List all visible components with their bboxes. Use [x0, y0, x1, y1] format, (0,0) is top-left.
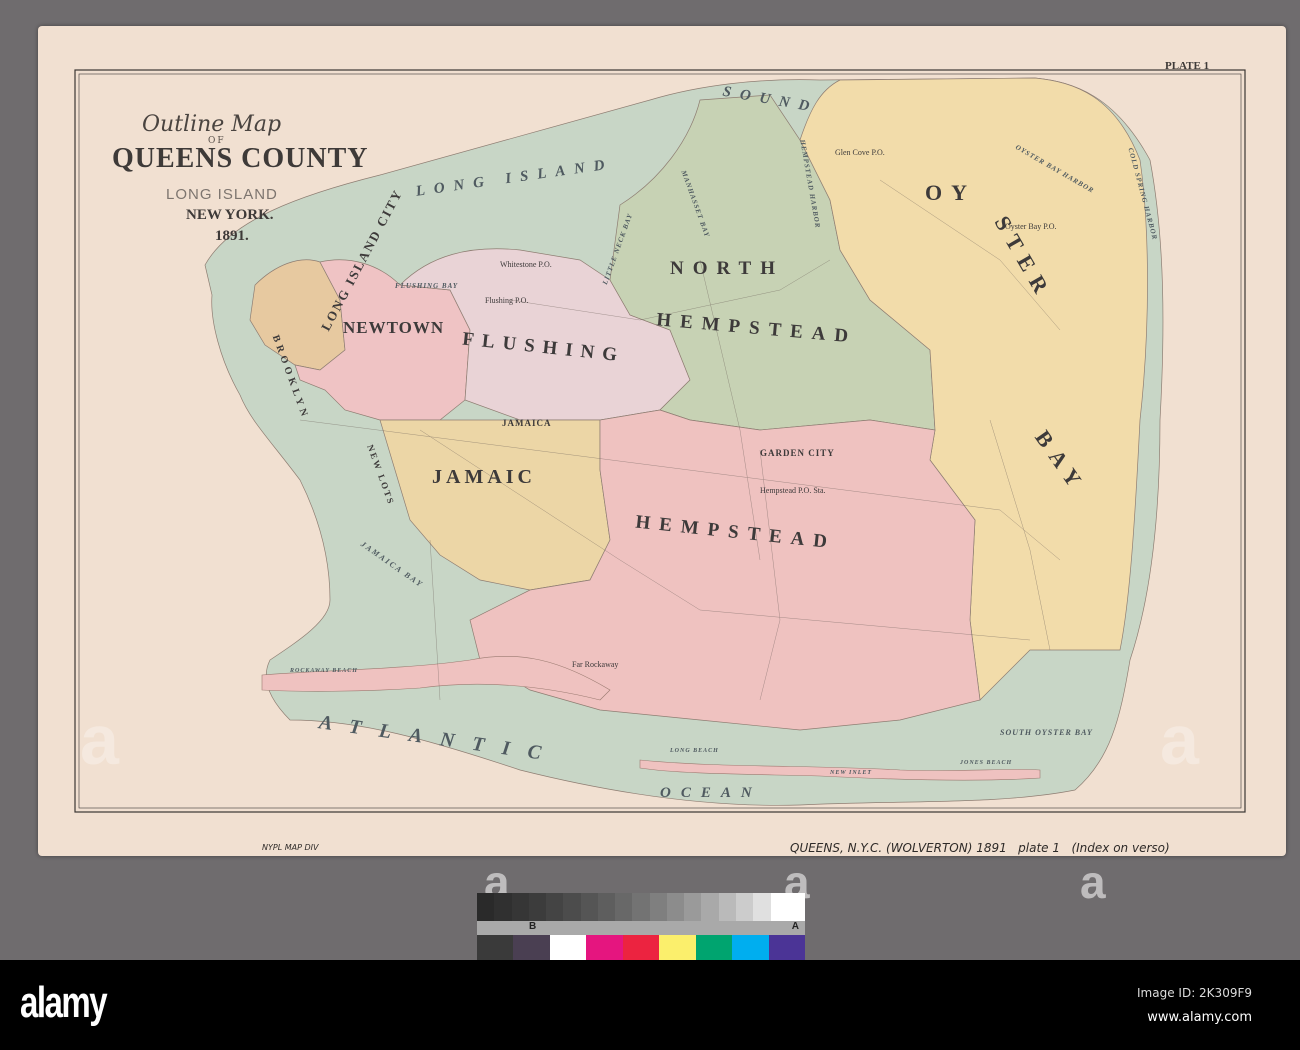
gray-patch [770, 893, 788, 921]
gray-patch [511, 893, 529, 921]
color-patch [659, 935, 696, 961]
map-subtitle: LONG ISLAND [166, 186, 278, 203]
gray-patch [477, 893, 495, 921]
label-jones-beach: JONES BEACH [960, 760, 1013, 766]
stock-footer: alamy Image ID: 2K309F9 www.alamy.com [0, 960, 1300, 1050]
map-state: NEW YORK. [186, 207, 274, 223]
watermark-glyph: a [1080, 856, 1106, 908]
grayscale-strip [477, 893, 806, 921]
label-long-beach: LONG BEACH [670, 748, 719, 754]
label-jamaica: JAMAIC [432, 466, 536, 488]
label-oyster-bay-1: OY [925, 180, 976, 205]
gray-patch [649, 893, 667, 921]
gray-patch [494, 893, 512, 921]
label-hempstead-po: Hempstead P.O. Sta. [760, 486, 826, 495]
gray-patch [528, 893, 547, 921]
label-glen-cove: Glen Cove P.O. [835, 148, 885, 157]
gray-patch [753, 893, 771, 921]
label-newtown: NEWTOWN [343, 318, 445, 337]
color-patch [477, 935, 514, 961]
map-title-line1: Outline Map [142, 112, 282, 137]
gray-patch [632, 893, 650, 921]
color-calibration-target: B A [477, 893, 806, 961]
target-letter-b: B [529, 921, 537, 932]
color-patch [695, 935, 733, 961]
label-garden-city: GARDEN CITY [760, 448, 835, 458]
label-south-oyster-bay: SOUTH OYSTER BAY [1000, 728, 1093, 737]
label-whitestone: Whitestone P.O. [500, 260, 552, 269]
gray-patch [580, 893, 598, 921]
color-patch [732, 935, 769, 961]
label-rockaway-beach: ROCKAWAY BEACH [290, 668, 358, 674]
color-patch [768, 935, 805, 961]
gray-patch [718, 893, 736, 921]
color-patch [586, 935, 623, 961]
label-ocean: OCEAN [660, 785, 762, 801]
label-flushing-bay: FLUSHING BAY [395, 282, 459, 290]
color-patch [549, 935, 587, 961]
map-year: 1891. [215, 228, 249, 244]
label-flushing-po: Flushing P.O. [485, 296, 529, 305]
watermark-glyph: a [80, 701, 119, 779]
gray-patch [546, 893, 564, 921]
color-patch [622, 935, 660, 961]
gray-patch [597, 893, 616, 921]
gray-patch [615, 893, 633, 921]
gray-patch [735, 893, 754, 921]
image-id: Image ID: 2K309F9 [1137, 986, 1252, 1000]
map-title: QUEENS COUNTY [112, 143, 369, 174]
label-new-inlet: NEW INLET [830, 770, 873, 776]
color-patch [513, 935, 550, 961]
label-jamaica-town: JAMAICA [502, 418, 552, 428]
gray-patch [684, 893, 702, 921]
alamy-logo[interactable]: alamy [20, 978, 108, 1028]
archive-note-right: QUEENS, N.Y.C. (WOLVERTON) 1891 plate 1 … [790, 841, 1170, 855]
gray-patch [563, 893, 581, 921]
plate-number: PLATE 1 [1165, 60, 1210, 72]
ruler: B A [477, 921, 805, 935]
color-strip [477, 935, 805, 961]
gray-patch [787, 893, 806, 921]
archive-note-left: NYPL MAP DIV [262, 843, 319, 852]
gray-patch [666, 893, 685, 921]
label-north: NORTH [670, 258, 785, 279]
label-oyster-bay-po: Oyster Bay P.O. [1005, 222, 1057, 231]
gray-patch [701, 893, 719, 921]
site-link[interactable]: www.alamy.com [1147, 1010, 1252, 1025]
watermark-glyph: a [1160, 701, 1199, 779]
target-letter-a: A [791, 921, 799, 932]
label-far-rockaway: Far Rockaway [572, 660, 619, 669]
